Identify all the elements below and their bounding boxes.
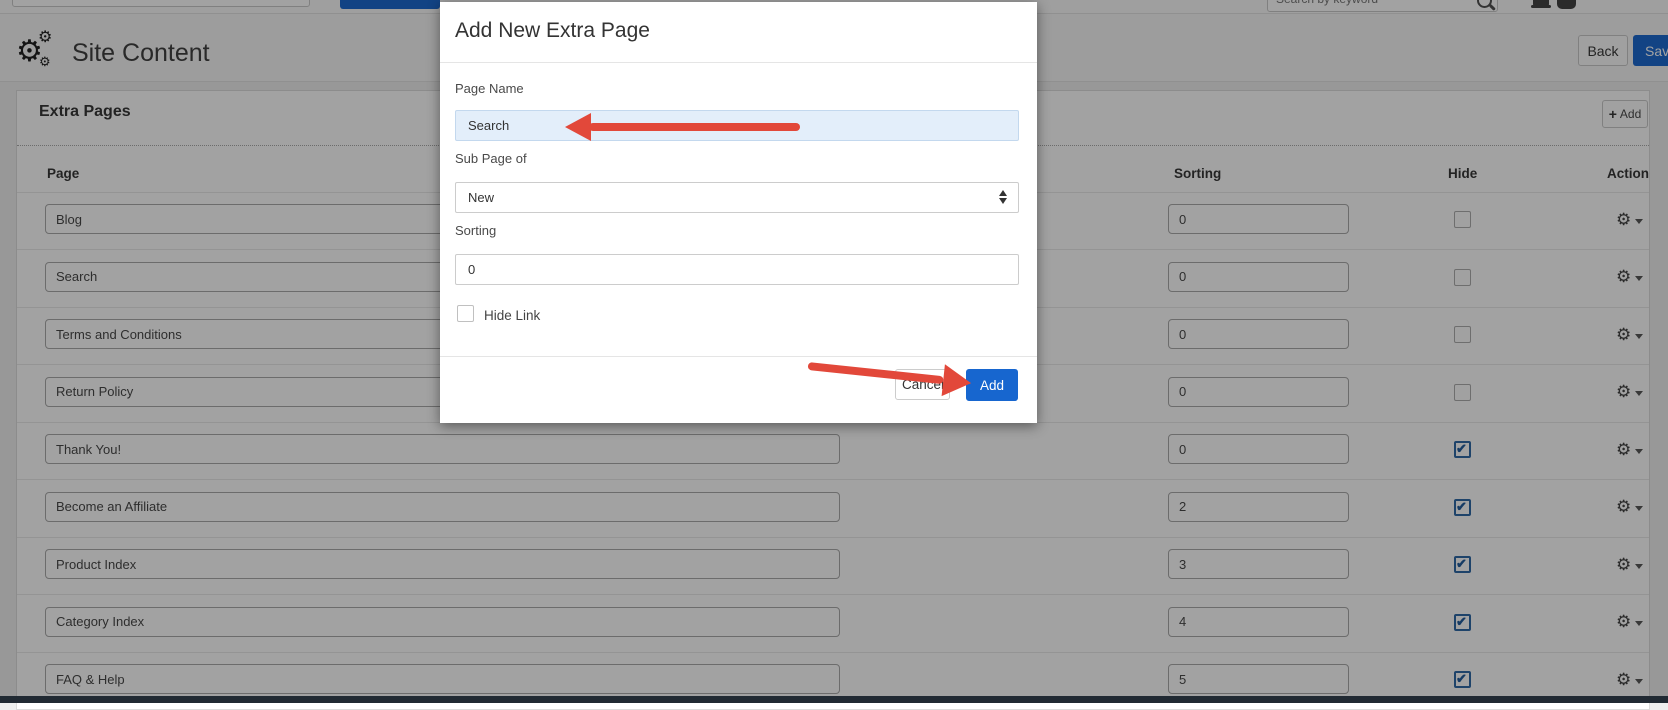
sub-page-select[interactable]: New xyxy=(455,182,1019,213)
modal-title-divider xyxy=(440,62,1037,63)
select-stepper-icon xyxy=(999,190,1007,204)
modal-title: Add New Extra Page xyxy=(455,19,650,43)
page-name-label: Page Name xyxy=(455,81,524,96)
sub-page-selected-value: New xyxy=(468,190,494,205)
add-extra-page-modal: Add New Extra Page Page Name Sub Page of… xyxy=(440,2,1037,423)
hide-link-label: Hide Link xyxy=(484,308,540,323)
modal-sorting-label: Sorting xyxy=(455,223,496,238)
hide-link-checkbox[interactable] xyxy=(457,305,474,322)
modal-footer-divider xyxy=(440,356,1037,357)
modal-add-button[interactable]: Add xyxy=(966,369,1018,401)
sub-page-label: Sub Page of xyxy=(455,151,527,166)
annotation-arrow-page-name xyxy=(565,113,800,141)
modal-sorting-input[interactable] xyxy=(455,254,1019,285)
